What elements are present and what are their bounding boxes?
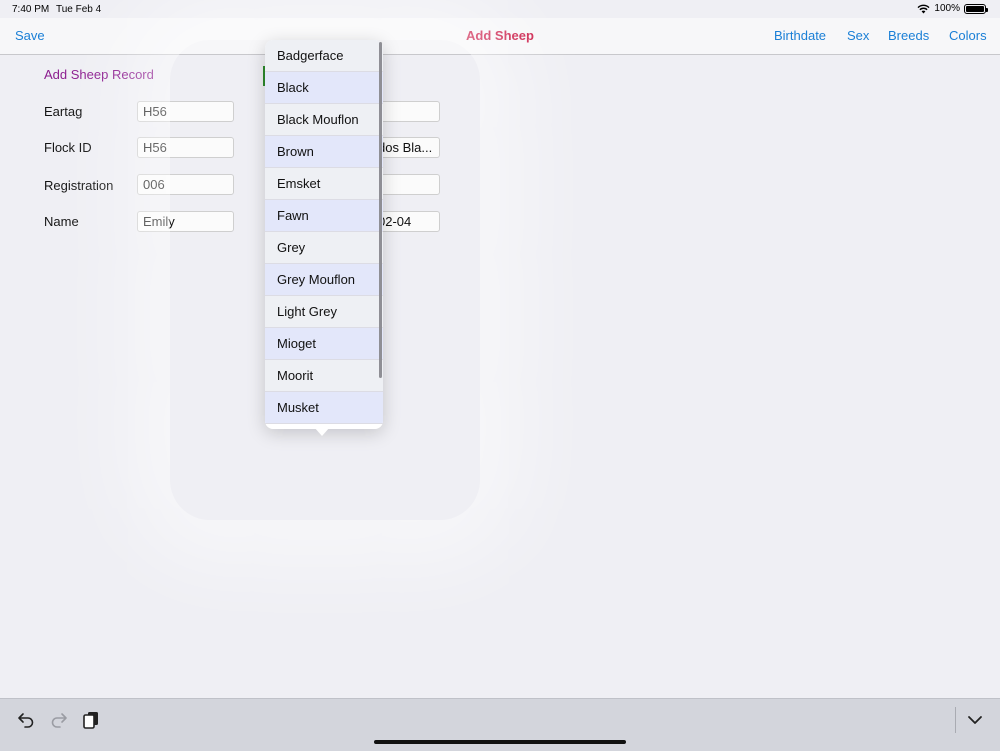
color-option-brown[interactable]: Brown xyxy=(265,136,383,168)
popover-arrow xyxy=(314,427,330,436)
battery-percent: 100% xyxy=(934,3,960,14)
undo-icon[interactable] xyxy=(15,709,37,731)
clipboard-icon[interactable] xyxy=(80,709,102,731)
toolbar-separator xyxy=(955,707,956,733)
name-label: Name xyxy=(44,214,79,229)
navigation-bar: Save Add Sheep Birthdate Sex Breeds Colo… xyxy=(0,18,1000,55)
color-option-light-grey[interactable]: Light Grey xyxy=(265,296,383,328)
colors-button[interactable]: Colors xyxy=(949,28,987,43)
battery-icon xyxy=(964,3,988,14)
registration-field[interactable]: 006 xyxy=(137,174,234,195)
color-option-mioget[interactable]: Mioget xyxy=(265,328,383,360)
wifi-icon xyxy=(917,4,930,13)
status-date: Tue Feb 4 xyxy=(56,4,102,15)
home-indicator[interactable] xyxy=(374,740,626,744)
name-field[interactable]: Emily xyxy=(137,211,234,232)
color-option-fawn[interactable]: Fawn xyxy=(265,200,383,232)
eartag-field[interactable]: H56 xyxy=(137,101,234,122)
color-option-emsket[interactable]: Emsket xyxy=(265,168,383,200)
color-option-grey[interactable]: Grey xyxy=(265,232,383,264)
color-option-badgerface[interactable]: Badgerface xyxy=(265,40,383,72)
status-right: 100% xyxy=(917,3,988,14)
eartag-label: Eartag xyxy=(44,104,83,119)
color-picker-popover: Badgerface Black Black Mouflon Brown Ems… xyxy=(265,40,383,429)
color-option-black-mouflon[interactable]: Black Mouflon xyxy=(265,104,383,136)
color-option-moorit[interactable]: Moorit xyxy=(265,360,383,392)
color-option-black[interactable]: Black xyxy=(265,72,383,104)
color-option-grey-mouflon[interactable]: Grey Mouflon xyxy=(265,264,383,296)
flock-id-label: Flock ID xyxy=(44,140,92,155)
birthdate-button[interactable]: Birthdate xyxy=(774,28,826,43)
status-bar: 7:40 PM Tue Feb 4 100% xyxy=(0,0,1000,18)
form-title: Add Sheep Record xyxy=(44,67,154,82)
registration-label: Registration xyxy=(44,178,114,193)
sex-button[interactable]: Sex xyxy=(847,28,869,43)
chevron-down-icon[interactable] xyxy=(964,709,986,731)
flock-id-field[interactable]: H56 xyxy=(137,137,234,158)
color-option-musket[interactable]: Musket xyxy=(265,392,383,424)
redo-icon[interactable] xyxy=(48,709,70,731)
status-time: 7:40 PM xyxy=(12,4,50,15)
breeds-button[interactable]: Breeds xyxy=(888,28,929,43)
popover-scrollbar[interactable] xyxy=(379,42,382,378)
